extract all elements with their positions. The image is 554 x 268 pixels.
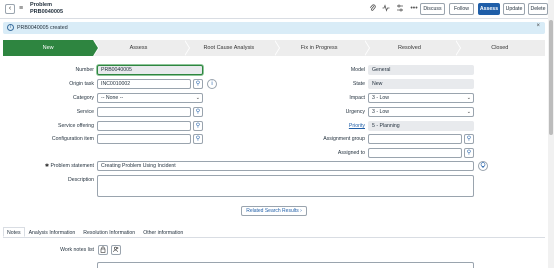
update-button[interactable]: Update <box>503 3 525 15</box>
flow-step-root-cause-analysis: Root Cause Analysis <box>183 40 280 56</box>
origin-task-info-icon[interactable]: i <box>207 79 217 89</box>
lightbulb-icon[interactable] <box>478 161 488 171</box>
tab-other-information[interactable]: Other information <box>139 227 187 237</box>
category-select[interactable]: -- None -- ⌄ <box>97 93 203 103</box>
state-field: New <box>368 79 474 89</box>
flow-step-label: Fix in Progress <box>300 45 338 51</box>
category-selected-value: -- None -- <box>101 95 124 101</box>
chevron-down-icon: ⌄ <box>466 109 471 115</box>
service-search-icon[interactable]: ⚲ <box>193 107 203 117</box>
configuration-item-label: Configuration item <box>51 136 94 142</box>
discuss-button[interactable]: Discuss <box>420 3 445 15</box>
assigned-to-search-icon[interactable]: ⚲ <box>464 148 474 158</box>
description-label: Description <box>68 177 94 183</box>
state-label: State <box>352 81 365 87</box>
service-offering-label: Service offering <box>58 123 94 129</box>
origin-task-search-icon[interactable]: ⚲ <box>193 79 203 89</box>
scrollbar-thumb[interactable] <box>549 20 553 135</box>
assigned-to-label: Assigned to <box>337 150 365 156</box>
pulse-icon[interactable] <box>382 4 390 15</box>
service-label: Service <box>76 109 94 115</box>
problem-statement-label-text: Problem statement <box>50 163 94 169</box>
delete-button[interactable]: Delete <box>528 3 548 15</box>
follow-button[interactable]: Follow <box>449 3 474 15</box>
header-icon-group: ••• <box>368 4 418 15</box>
record-type-title: Problem <box>30 2 53 8</box>
back-button[interactable]: ‹ <box>5 4 15 14</box>
related-search-results-button[interactable]: Related Search Results › <box>241 206 307 216</box>
urgency-selected-value: 3 - Low <box>372 109 390 115</box>
flow-step-resolved: Resolved <box>364 40 461 56</box>
tab-resolution-information[interactable]: Resolution Information <box>79 227 139 237</box>
flow-step-label: Closed <box>491 45 509 51</box>
flow-step-assess: Assess <box>93 40 190 56</box>
service-field[interactable] <box>97 107 191 117</box>
assigned-to-field[interactable] <box>368 148 462 158</box>
chevron-down-icon: ⌄ <box>195 95 200 101</box>
category-label: Category <box>72 95 94 101</box>
form-title: Problem PRB0040005 <box>30 2 63 16</box>
number-field[interactable]: PRB0040005 <box>97 65 203 75</box>
record-number-title: PRB0040005 <box>30 9 64 15</box>
urgency-select[interactable]: 3 - Low ⌄ <box>368 107 474 117</box>
info-message-text: PRB0040005 created <box>17 25 68 31</box>
flow-step-label: Resolved <box>398 45 421 51</box>
impact-selected-value: 3 - Low <box>372 95 390 101</box>
process-flow: New Assess Root Cause Analysis Fix in Pr… <box>3 40 545 56</box>
impact-label: Impact <box>349 95 365 101</box>
settings-sliders-icon[interactable] <box>396 4 404 15</box>
info-message-bar: i PRB0040005 created × <box>3 22 545 34</box>
more-icon[interactable]: ••• <box>410 4 418 15</box>
description-textarea[interactable] <box>97 175 474 197</box>
info-icon: i <box>7 24 14 31</box>
origin-task-label: Origin task <box>69 81 94 87</box>
chevron-right-icon: › <box>300 208 302 214</box>
service-offering-field[interactable] <box>97 121 191 131</box>
flow-step-label: Assess <box>129 45 148 51</box>
flow-step-new: New <box>3 40 100 56</box>
configuration-item-field[interactable] <box>97 134 191 144</box>
hamburger-menu-icon[interactable]: ≡ <box>19 4 23 13</box>
lock-icon[interactable] <box>98 245 108 255</box>
close-icon[interactable]: × <box>536 23 540 29</box>
urgency-label: Urgency <box>345 109 365 115</box>
flow-step-label: Root Cause Analysis <box>203 45 255 51</box>
assignment-group-search-icon[interactable]: ⚲ <box>464 134 474 144</box>
problem-form-window: ‹ ≡ Problem PRB0040005 ••• Discuss Follo… <box>0 0 554 268</box>
problem-statement-label: ✱ Problem statement <box>20 162 94 170</box>
origin-task-field[interactable]: INC0010002 <box>97 79 191 89</box>
tab-analysis-information[interactable]: Analysis Information <box>25 227 80 237</box>
assignment-group-field[interactable] <box>368 134 462 144</box>
priority-link[interactable]: Priority <box>300 122 365 130</box>
work-notes-field[interactable] <box>97 262 474 268</box>
number-label: Number <box>75 67 94 73</box>
chevron-down-icon: ⌄ <box>466 95 471 101</box>
page-scrollbar[interactable] <box>548 0 554 268</box>
priority-field: 5 - Planning <box>368 121 474 131</box>
add-me-icon[interactable] <box>111 245 121 255</box>
model-label: Model <box>350 67 365 73</box>
impact-select[interactable]: 3 - Low ⌄ <box>368 93 474 103</box>
flow-step-label: New <box>42 45 54 51</box>
paperclip-icon[interactable] <box>368 4 376 15</box>
assess-button[interactable]: Assess <box>478 3 500 15</box>
configuration-item-search-icon[interactable]: ⚲ <box>193 134 203 144</box>
service-offering-search-icon[interactable]: ⚲ <box>193 121 203 131</box>
flow-step-fix-in-progress: Fix in Progress <box>273 40 371 56</box>
form-header: ‹ ≡ Problem PRB0040005 ••• Discuss Follo… <box>0 0 548 19</box>
form-tabs: Notes Analysis Information Resolution In… <box>3 227 545 238</box>
problem-statement-field[interactable]: Creating Problem Using Incident <box>97 161 474 171</box>
assignment-group-label: Assignment group <box>323 136 365 142</box>
work-notes-list-label: Work notes list <box>60 247 94 253</box>
flow-step-closed: Closed <box>454 40 545 56</box>
related-search-results-label: Related Search Results <box>246 208 299 214</box>
model-field: General <box>368 65 474 75</box>
tab-notes[interactable]: Notes <box>3 227 25 237</box>
